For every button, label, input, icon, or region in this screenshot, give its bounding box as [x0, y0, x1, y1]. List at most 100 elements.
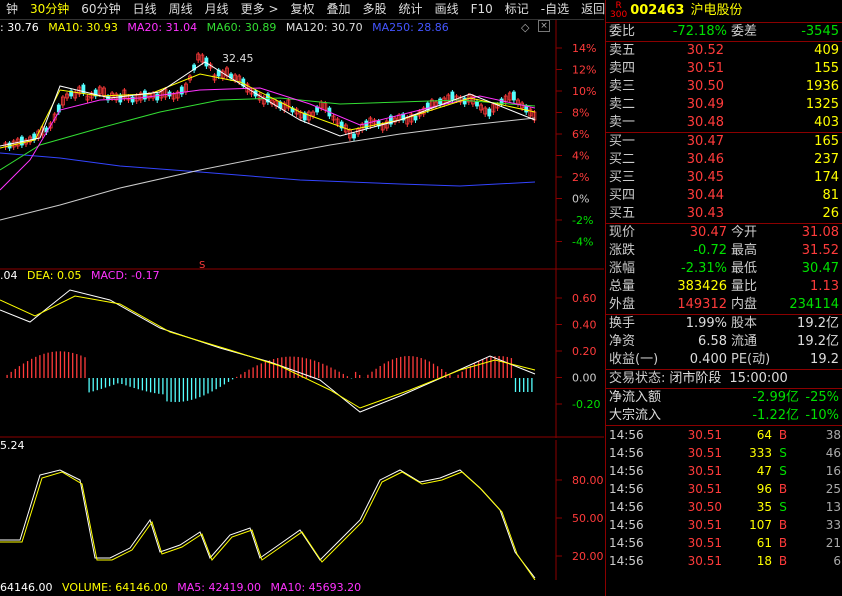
- macd-tick: 0.20: [572, 345, 597, 358]
- tick-price: 30.51: [687, 518, 722, 532]
- ask-row[interactable]: 卖五 30.52 409: [606, 42, 842, 60]
- ask-row[interactable]: 卖二 30.49 1325: [606, 96, 842, 114]
- stat-row: 涨幅 -2.31% 最低 30.47: [606, 260, 842, 278]
- kdj-chart[interactable]: 80.00 50.00 20.00: [0, 440, 604, 582]
- toolbar-item[interactable]: 多股: [357, 0, 393, 19]
- stat-row: 换手 1.99% 股本 19.2亿: [606, 315, 842, 333]
- ma250-line: [0, 152, 536, 187]
- share-stats: 换手 1.99% 股本 19.2亿 净资 6.58 流通 19.2亿 收益(一) 0.400 PE(…: [606, 315, 842, 370]
- bid-row[interactable]: 买四 30.44 81: [606, 187, 842, 205]
- bid-row[interactable]: 买五 30.43 26: [606, 205, 842, 223]
- tick-time: 14:56: [609, 518, 644, 532]
- toolbar-item[interactable]: 更多 >: [235, 0, 285, 19]
- ask-row[interactable]: 卖一 30.48 403: [606, 114, 842, 132]
- bid-book: 买一 30.47 165 买二 30.46 237 买三 30.45 174 买四 30.44 81 买…: [606, 133, 842, 224]
- tick-list[interactable]: 14:56 30.51 64 B 38 14:56 30.51 333 S 46 14:56 30.5…: [606, 426, 842, 570]
- toolbar-item[interactable]: 标记: [499, 0, 535, 19]
- stat-value: -0.72: [693, 243, 727, 258]
- book-price: 30.50: [686, 79, 724, 94]
- book-label: 买二: [609, 152, 636, 167]
- price-chart[interactable]: 14%12%10%8%6%4%2%0%-2%-4% 32.45 S: [0, 20, 604, 270]
- vol-ma10-label: MA10: 45693.20: [270, 581, 362, 594]
- book-volume: 165: [814, 134, 839, 149]
- toolbar-item[interactable]: 周线: [163, 0, 199, 19]
- k-line: [0, 469, 536, 579]
- price-stats: 现价 30.47 今开 31.08 涨跌 -0.72 最高 31.52 涨幅 -2.31% 最低 30…: [606, 224, 842, 315]
- tick-count: 16: [825, 464, 841, 478]
- book-label: 卖三: [609, 79, 636, 94]
- stat-value: 19.2亿: [797, 334, 839, 349]
- book-volume: 1325: [805, 97, 839, 112]
- tick-side: S: [779, 446, 787, 460]
- tick-volume: 35: [756, 500, 772, 514]
- tick-price: 30.51: [687, 428, 722, 442]
- toolbar-item[interactable]: 钟: [0, 0, 24, 19]
- book-volume: 1936: [805, 79, 839, 94]
- pct-tick: 4%: [572, 150, 589, 163]
- flow-row: 净流入额 -2.99亿 -25%: [606, 389, 842, 407]
- book-label: 买三: [609, 170, 636, 185]
- book-volume: 81: [822, 188, 839, 203]
- book-label: 买一: [609, 134, 636, 149]
- stat-label: 总量: [609, 279, 636, 294]
- stock-name[interactable]: 沪电股份: [690, 0, 742, 22]
- book-label: 卖二: [609, 97, 636, 112]
- tick-time: 14:56: [609, 554, 644, 568]
- bid-row[interactable]: 买二 30.46 237: [606, 151, 842, 169]
- stat-label: 股本: [731, 316, 758, 331]
- stat-value: 234114: [789, 297, 839, 312]
- tick-volume: 18: [756, 554, 772, 568]
- dea-line: [0, 295, 536, 409]
- market-badge: R 300: [610, 1, 628, 20]
- macd-chart[interactable]: 0.60 0.40 0.20 0.00 -0.20: [0, 270, 604, 438]
- book-price: 30.47: [686, 134, 724, 149]
- stat-value: 19.2亿: [797, 316, 839, 331]
- stat-row: 净资 6.58 流通 19.2亿: [606, 333, 842, 351]
- toolbar-item[interactable]: 月线: [199, 0, 235, 19]
- ask-row[interactable]: 卖四 30.51 155: [606, 60, 842, 78]
- ma10-line: [0, 73, 536, 149]
- volume-label: VOLUME: 64146.00: [62, 581, 168, 594]
- flow-value: -1.22亿: [752, 408, 799, 423]
- tick-volume: 333: [749, 446, 772, 460]
- toolbar-item[interactable]: 复权: [285, 0, 321, 19]
- ma60-line: [0, 97, 536, 171]
- pct-tick: 6%: [572, 128, 589, 141]
- tick-volume: 64: [756, 428, 772, 442]
- tick-side: B: [778, 428, 788, 442]
- bid-row[interactable]: 买一 30.47 165: [606, 133, 842, 151]
- toolbar-item[interactable]: -自选: [535, 0, 575, 19]
- flow-row: 大宗流入 -1.22亿 -10%: [606, 407, 842, 425]
- book-volume: 409: [814, 43, 839, 58]
- book-price: 30.44: [686, 188, 724, 203]
- stat-label: 涨跌: [609, 243, 636, 258]
- book-price: 30.51: [686, 61, 724, 76]
- tick-side: S: [779, 464, 787, 478]
- stat-value: 30.47: [801, 261, 839, 276]
- toolbar-item[interactable]: 统计: [393, 0, 429, 19]
- tick-count: 38: [825, 428, 841, 442]
- stat-row: 涨跌 -0.72 最高 31.52: [606, 242, 842, 260]
- stat-label: 现价: [609, 225, 636, 240]
- stat-label: 收益(一): [609, 352, 659, 367]
- tick-side: B: [778, 518, 788, 532]
- tick-time: 14:56: [609, 446, 644, 460]
- tick-count: 13: [825, 500, 841, 514]
- toolbar-item[interactable]: 30分钟: [24, 0, 75, 19]
- tick-volume: 96: [756, 482, 772, 496]
- tick-side: B: [778, 482, 788, 496]
- toolbar-item[interactable]: 日线: [127, 0, 163, 19]
- weicha-value: -3545: [801, 24, 839, 39]
- stat-value: 383426: [677, 279, 727, 294]
- pct-tick: 14%: [572, 42, 596, 55]
- toolbar-item[interactable]: F10: [465, 0, 499, 19]
- pct-tick: 12%: [572, 64, 596, 77]
- toolbar-item[interactable]: 60分钟: [75, 0, 126, 19]
- ask-row[interactable]: 卖三 30.50 1936: [606, 78, 842, 96]
- bid-row[interactable]: 买三 30.45 174: [606, 169, 842, 187]
- stat-value: -2.31%: [681, 261, 727, 276]
- toolbar-item[interactable]: 叠加: [321, 0, 357, 19]
- toolbar-item[interactable]: 画线: [429, 0, 465, 19]
- kdj-tick: 20.00: [572, 550, 604, 563]
- book-label: 卖一: [609, 115, 636, 130]
